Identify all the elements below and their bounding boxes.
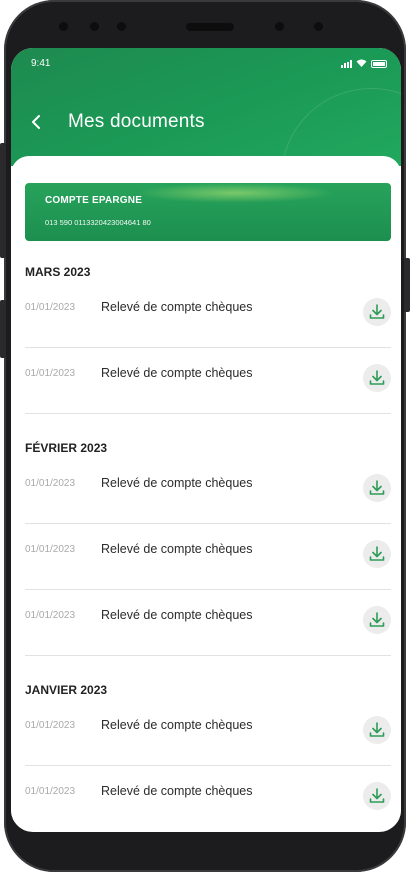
account-card[interactable]: COMPTE EPARGNE 013 590 0113320423004641 … <box>25 183 391 241</box>
document-date: 01/01/2023 <box>25 368 76 379</box>
sensor-dot <box>59 22 68 31</box>
bottom-bezel <box>4 832 406 872</box>
document-row[interactable]: 01/01/2023 Relevé de compte chèques <box>25 282 391 348</box>
row-separator <box>25 655 391 656</box>
account-name: COMPTE EPARGNE <box>45 195 143 206</box>
signal-icon <box>341 59 352 68</box>
earpiece-speaker <box>186 23 234 31</box>
download-button[interactable] <box>363 364 391 392</box>
document-label: Relevé de compte chèques <box>101 300 253 314</box>
battery-icon <box>371 59 387 68</box>
download-button[interactable] <box>363 782 391 810</box>
sensor-dot <box>117 22 126 31</box>
document-label: Relevé de compte chèques <box>101 542 253 556</box>
document-date: 01/01/2023 <box>25 302 76 313</box>
front-camera <box>275 22 284 31</box>
download-icon <box>369 788 385 803</box>
volume-up-button <box>0 143 6 258</box>
download-icon <box>369 480 385 495</box>
sensor-dot <box>314 22 323 31</box>
document-label: Relevé de compte chèques <box>101 784 253 798</box>
download-button[interactable] <box>363 540 391 568</box>
download-icon <box>369 546 385 561</box>
document-date: 01/01/2023 <box>25 720 76 731</box>
app-header: 9:41 Mes documents <box>11 48 401 268</box>
document-row[interactable]: 01/01/2023 Relevé de compte chèques <box>25 524 391 590</box>
status-time: 9:41 <box>31 58 51 69</box>
document-date: 01/01/2023 <box>25 478 76 489</box>
row-separator <box>25 413 391 414</box>
download-icon <box>369 612 385 627</box>
document-date: 01/01/2023 <box>25 544 76 555</box>
top-bezel <box>4 0 406 50</box>
document-row[interactable]: 01/01/2023 Relevé de compte chèques <box>25 700 391 766</box>
month-header: FÉVRIER 2023 <box>25 441 108 455</box>
month-header: JANVIER 2023 <box>25 683 108 697</box>
download-button[interactable] <box>363 606 391 634</box>
month-header: MARS 2023 <box>25 265 91 279</box>
document-row[interactable]: 01/01/2023 Relevé de compte chèques <box>25 458 391 524</box>
status-icons <box>341 59 387 68</box>
document-date: 01/01/2023 <box>25 610 76 621</box>
download-button[interactable] <box>363 716 391 744</box>
document-label: Relevé de compte chèques <box>101 366 253 380</box>
download-button[interactable] <box>363 474 391 502</box>
download-button[interactable] <box>363 298 391 326</box>
document-label: Relevé de compte chèques <box>101 608 253 622</box>
document-row[interactable]: 01/01/2023 Relevé de compte chèques <box>25 590 391 656</box>
camera-dot <box>90 22 99 31</box>
download-icon <box>369 304 385 319</box>
download-icon <box>369 722 385 737</box>
wifi-icon <box>356 59 367 68</box>
download-icon <box>369 370 385 385</box>
document-date: 01/01/2023 <box>25 786 76 797</box>
chevron-left-icon <box>32 115 40 129</box>
account-number: 013 590 0113320423004641 80 <box>45 218 151 227</box>
document-label: Relevé de compte chèques <box>101 718 253 732</box>
document-label: Relevé de compte chèques <box>101 476 253 490</box>
page-title: Mes documents <box>68 111 205 132</box>
document-row[interactable]: 01/01/2023 Relevé de compte chèques <box>25 766 391 832</box>
screen: 9:41 Mes documents COMPTE EPARGNE 013 59… <box>11 48 401 832</box>
volume-down-button <box>0 300 6 358</box>
documents-content: COMPTE EPARGNE 013 590 0113320423004641 … <box>11 156 401 822</box>
card-glow <box>135 183 335 203</box>
back-button[interactable] <box>27 112 47 132</box>
document-row[interactable]: 01/01/2023 Relevé de compte chèques <box>25 348 391 414</box>
power-button <box>404 258 410 312</box>
